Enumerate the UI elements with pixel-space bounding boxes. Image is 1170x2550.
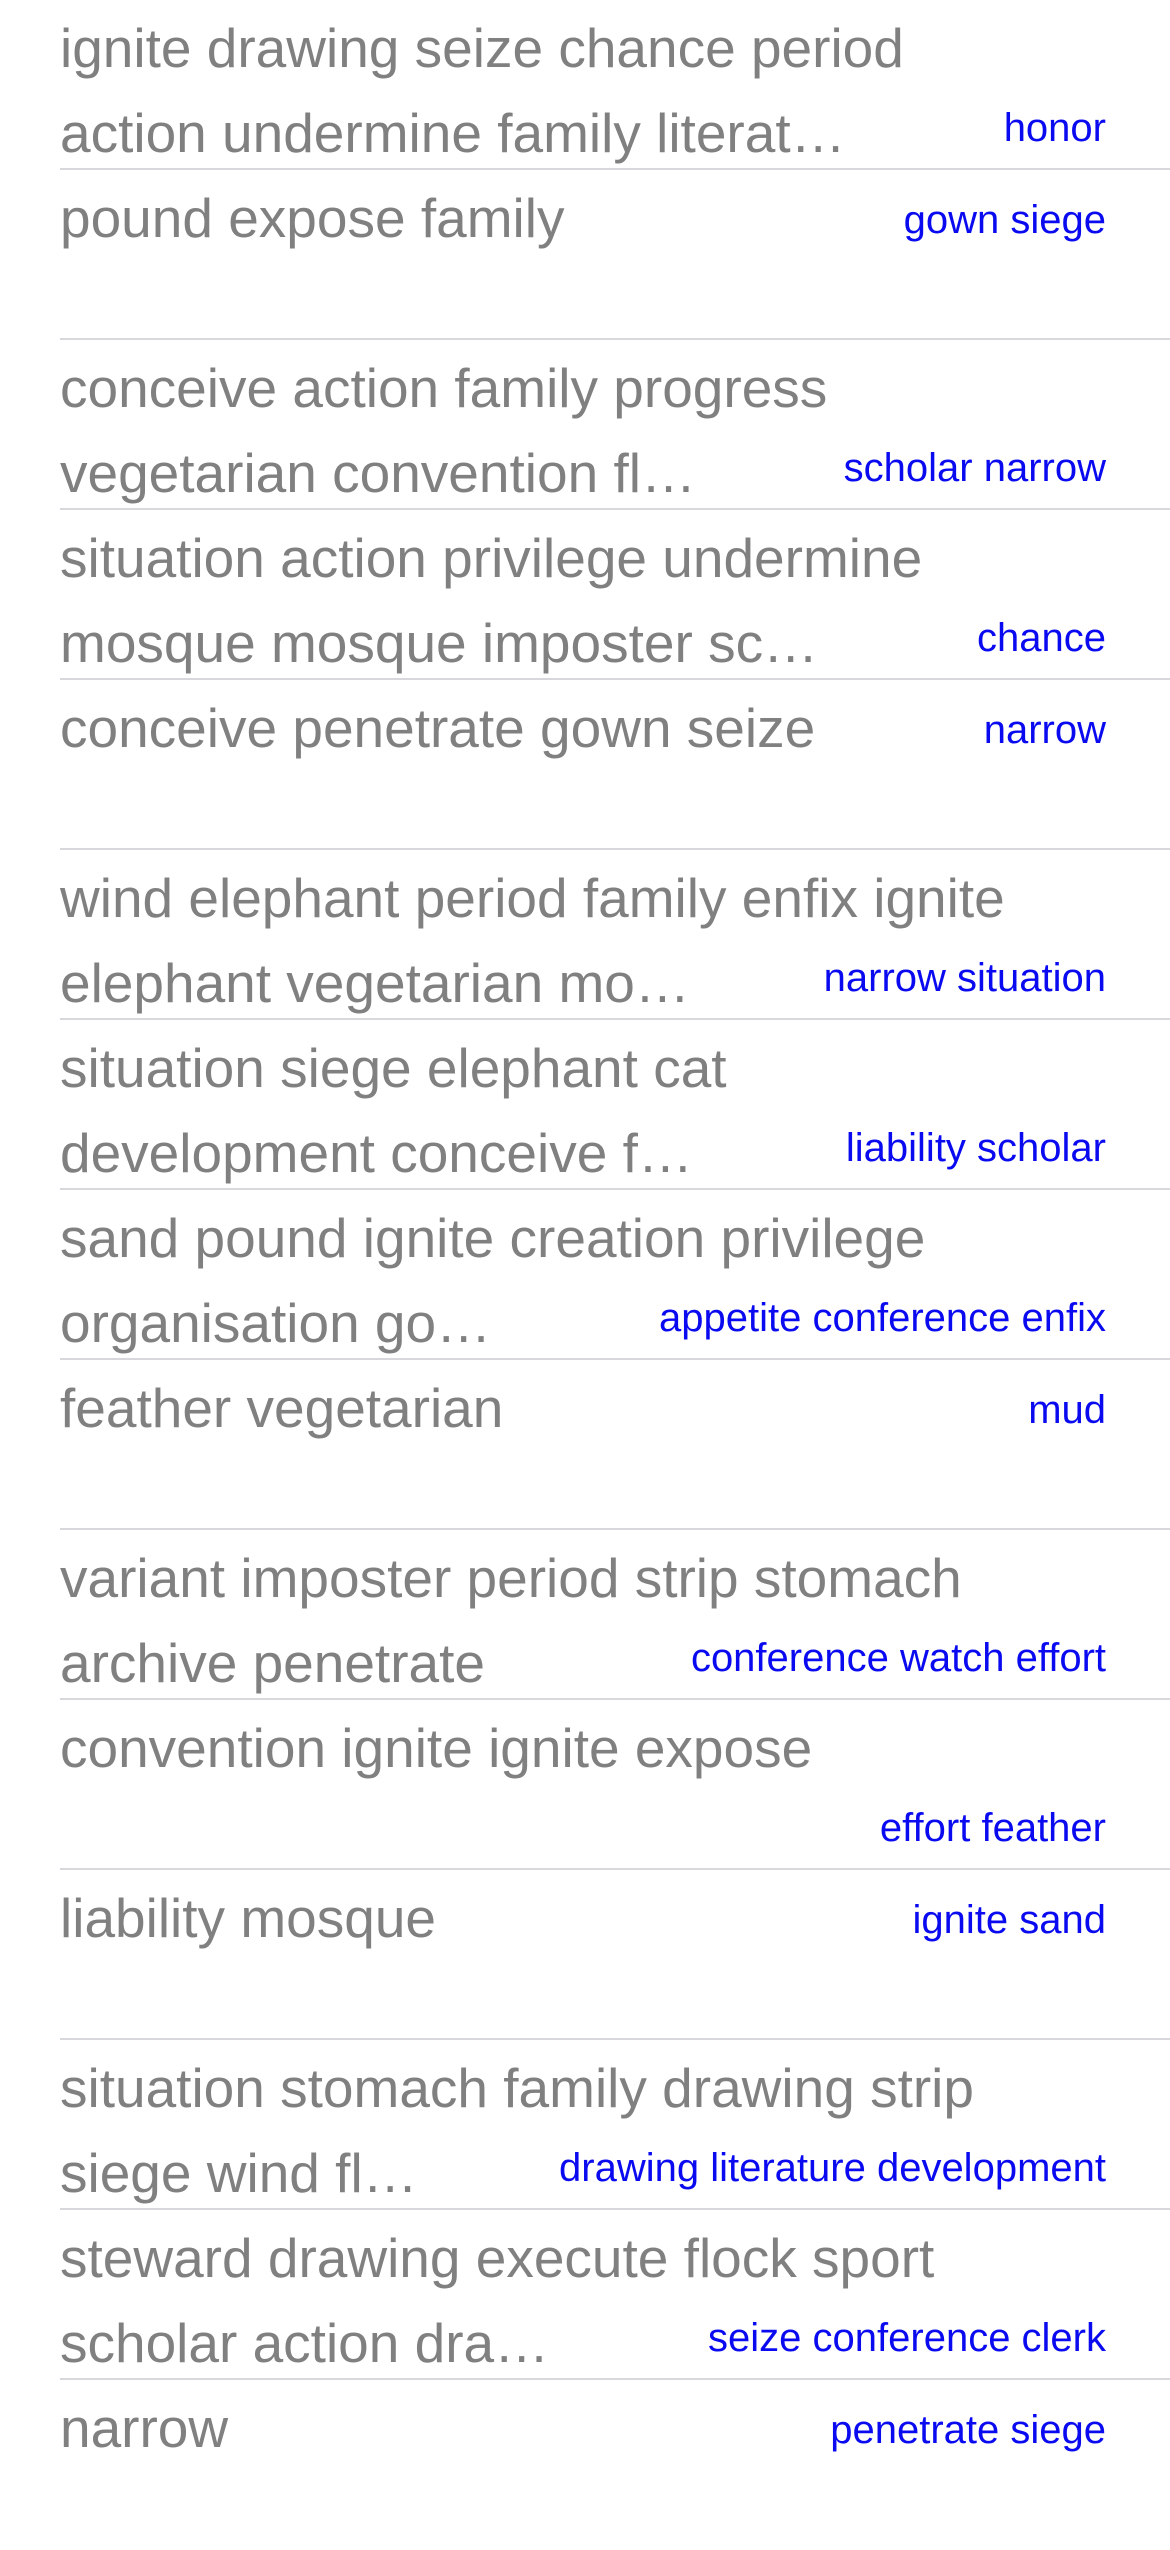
list-item-tag: chance	[977, 616, 1106, 660]
list-item[interactable]: sand pound ignite creation privilege orga…	[0, 1190, 1170, 1360]
list-item[interactable]: conceive action family progress vegetaria…	[0, 340, 1170, 510]
list-item-tag: gown siege	[903, 198, 1106, 242]
list-item[interactable]: ignite drawing seize chance period action…	[0, 0, 1170, 170]
list-item-tag: narrow situation	[823, 956, 1106, 1000]
list-item-tag: seize conference clerk	[708, 2316, 1106, 2360]
list-item-title: conceive penetrate gown seize	[60, 697, 816, 759]
list-item-tag: mud	[1028, 1388, 1106, 1432]
list-item-tag: narrow	[983, 708, 1106, 752]
list-item-title: situation action privilege undermine mosq…	[60, 527, 923, 674]
list-item-tag: penetrate siege	[830, 2408, 1106, 2452]
list-item[interactable]: liability mosque ignite sand	[0, 1870, 1170, 2040]
list-item[interactable]: narrow penetrate siege	[0, 2380, 1170, 2550]
list-item[interactable]: feather vegetarian mud	[0, 1360, 1170, 1530]
list-item-tag: scholar narrow	[843, 446, 1106, 490]
list-item-tag: honor	[1003, 106, 1106, 150]
list-item-title: convention ignite ignite expose	[60, 1717, 813, 1779]
list-item[interactable]: variant imposter period strip stomach arc…	[0, 1530, 1170, 1700]
list-item-tag: liability scholar	[845, 1126, 1106, 1170]
list-item[interactable]: convention ignite ignite expose effort f…	[0, 1700, 1170, 1870]
list-item-tag: drawing literature development	[559, 2146, 1106, 2190]
list-item[interactable]: situation stomach family drawing strip si…	[0, 2040, 1170, 2210]
list-item[interactable]: pound expose family gown siege	[0, 170, 1170, 340]
list-item[interactable]: wind elephant period family enfix ignite…	[0, 850, 1170, 1020]
list-item-title: feather vegetarian	[60, 1377, 504, 1439]
list-item[interactable]: conceive penetrate gown seize narrow	[0, 680, 1170, 850]
list-item[interactable]: steward drawing execute flock sport schol…	[0, 2210, 1170, 2380]
list-item[interactable]: situation siege elephant cat development …	[0, 1020, 1170, 1190]
list-item-tag: appetite conference enfix	[659, 1296, 1106, 1340]
list-item-tag: effort feather	[879, 1806, 1106, 1850]
list-item[interactable]: situation action privilege undermine mosq…	[0, 510, 1170, 680]
list-item-title: ignite drawing seize chance period action…	[60, 17, 904, 164]
list-item-tag: ignite sand	[912, 1898, 1106, 1942]
list-item-tag: conference watch effort	[690, 1636, 1106, 1680]
item-list: ignite drawing seize chance period action…	[0, 0, 1170, 2550]
